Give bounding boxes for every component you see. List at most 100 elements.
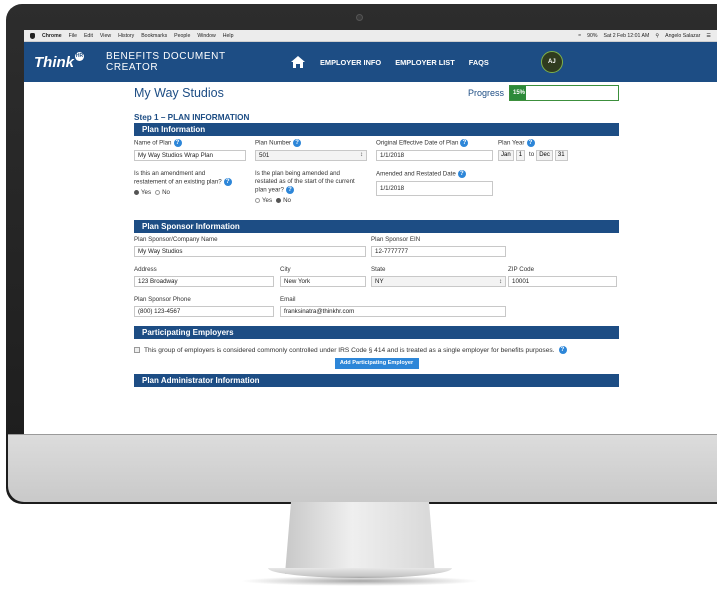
step-title: Step 1 – PLAN INFORMATION (134, 113, 250, 122)
amended-date-field: Amended and Restated Date? 1/1/2018 (376, 170, 493, 196)
menu-list-icon[interactable]: ☰ (706, 33, 711, 39)
participating-row: This group of employers is considered co… (134, 345, 619, 355)
sponsor-company-input[interactable]: My Way Studios (134, 246, 366, 257)
add-participating-employer-button[interactable]: Add Participating Employer (334, 358, 419, 369)
plan-year-selects: Jan 1 to Dec 31 (498, 149, 619, 161)
city-input[interactable]: New York (280, 276, 366, 287)
sponsor-ein-input[interactable]: 12-7777777 (371, 246, 506, 257)
address-input[interactable]: 123 Broadway (134, 276, 274, 287)
plan-number-select[interactable]: 501 (255, 149, 367, 161)
menu-history[interactable]: History (118, 33, 134, 39)
help-icon[interactable]: ? (223, 178, 232, 186)
amendment-label-1: Is this an amendment and (134, 170, 206, 177)
zip-label: ZIP Code (508, 266, 535, 273)
participating-text: This group of employers is considered co… (144, 346, 555, 354)
menu-edit[interactable]: Edit (84, 33, 93, 39)
city-field: City New York (280, 266, 366, 287)
amendment-no-radio[interactable] (155, 189, 161, 195)
sponsor-row-2: Address 123 Broadway City New York State… (134, 266, 619, 296)
help-icon[interactable]: ? (293, 139, 302, 147)
help-icon[interactable]: ? (457, 170, 466, 178)
plan-year-field: Plan Year? Jan 1 to Dec 31 (498, 139, 619, 161)
restated-yes-radio[interactable] (255, 197, 260, 203)
email-field: Email franksinatra@thinkhr.com (280, 296, 506, 317)
phone-label: Plan Sponsor Phone (134, 296, 191, 303)
email-label: Email (280, 296, 296, 303)
amended-date-input[interactable]: 1/1/2018 (376, 180, 493, 196)
company-header: My Way Studios Progress 15% (134, 82, 619, 104)
email-input[interactable]: franksinatra@thinkhr.com (280, 306, 506, 317)
help-icon[interactable]: ? (285, 186, 294, 194)
nav-employer-info[interactable]: EMPLOYER INFO (320, 58, 381, 67)
camera-icon (356, 14, 363, 21)
menu-view[interactable]: View (100, 33, 111, 39)
amendment-no-label: No (162, 188, 171, 196)
year-from-month-select[interactable]: Jan (498, 149, 514, 161)
restated-yes-label: Yes (262, 196, 273, 204)
nav-faqs[interactable]: FAQS (469, 58, 489, 67)
company-name: My Way Studios (134, 86, 224, 100)
home-icon[interactable] (290, 55, 306, 69)
address-field: Address 123 Broadway (134, 266, 274, 287)
help-icon[interactable]: ? (173, 139, 182, 147)
screen: Chrome File Edit View History Bookmarks … (24, 30, 717, 434)
participating-checkbox[interactable] (134, 347, 140, 353)
help-icon[interactable]: ? (526, 139, 535, 147)
state-label: State (371, 266, 386, 273)
section-participating-employers: Participating Employers (134, 326, 619, 339)
plan-row-2: Is this an amendment and restatement of … (134, 170, 619, 216)
plan-name-field: Name of Plan? My Way Studios Wrap Plan (134, 139, 246, 161)
menu-help[interactable]: Help (223, 33, 234, 39)
monitor-stand (285, 502, 435, 574)
year-to-month-select[interactable]: Dec (536, 149, 553, 161)
wifi-icon[interactable]: ≈ (578, 33, 581, 39)
plan-year-label: Plan Year (498, 139, 525, 147)
clock[interactable]: Sat 2 Feb 12:01 AM (603, 33, 649, 39)
apple-icon[interactable] (30, 32, 35, 39)
amendment-label-2: restatement of an existing plan? (134, 178, 222, 186)
restated-label-2: restated as of the start of the current (255, 178, 355, 185)
effective-date-label: Original Effective Date of Plan (376, 139, 459, 147)
zip-input[interactable]: 10001 (508, 276, 617, 287)
logo-badge: HR (75, 51, 84, 61)
restated-label-3: plan year? (255, 186, 284, 194)
restated-field: Is the plan being amended and restated a… (255, 170, 377, 204)
state-field: State NY (371, 266, 506, 287)
restated-label-1: Is the plan being amended and (255, 170, 340, 177)
avatar[interactable]: AJ (540, 51, 563, 73)
thinkhr-logo[interactable]: Think HR (34, 51, 92, 71)
sponsor-ein-label: Plan Sponsor EIN (371, 236, 421, 243)
help-icon[interactable]: ? (558, 346, 567, 354)
plan-number-field: Plan Number? 501 (255, 139, 367, 161)
phone-input[interactable]: (800) 123-4567 (134, 306, 274, 317)
address-label: Address (134, 266, 157, 273)
search-icon[interactable]: ⚲ (655, 33, 659, 39)
year-from-day-select[interactable]: 1 (515, 149, 526, 161)
effective-date-input[interactable]: 1/1/2018 (376, 149, 493, 161)
section-plan-sponsor: Plan Sponsor Information (134, 220, 619, 233)
sponsor-company-label: Plan Sponsor/Company Name (134, 236, 218, 243)
main-content: My Way Studios Progress 15% Step 1 – PLA… (134, 82, 619, 387)
sponsor-ein-field: Plan Sponsor EIN 12-7777777 (371, 236, 506, 257)
amended-date-label: Amended and Restated Date (376, 170, 456, 178)
user-name[interactable]: Angelo Salazar (665, 33, 700, 39)
help-icon[interactable]: ? (460, 139, 469, 147)
plan-name-input[interactable]: My Way Studios Wrap Plan (134, 149, 246, 161)
menu-file[interactable]: File (69, 33, 77, 39)
menu-bookmarks[interactable]: Bookmarks (141, 33, 167, 39)
desktop-scene: Chrome File Edit View History Bookmarks … (0, 0, 717, 602)
effective-date-field: Original Effective Date of Plan? 1/1/201… (376, 139, 493, 161)
menu-people[interactable]: People (174, 33, 190, 39)
menu-window[interactable]: Window (197, 33, 215, 39)
amendment-radios: Yes No (134, 189, 252, 196)
menu-app[interactable]: Chrome (42, 33, 62, 39)
progress-fill: 15% (510, 86, 527, 100)
progress-bar: 15% (509, 85, 619, 101)
section-plan-administrator: Plan Administrator Information (134, 374, 619, 387)
nav-employer-list[interactable]: EMPLOYER LIST (395, 58, 455, 67)
state-select[interactable]: NY (371, 276, 506, 287)
year-to-day-select[interactable]: 31 (554, 149, 568, 161)
amendment-yes-radio[interactable] (134, 189, 139, 195)
restated-no-radio[interactable] (276, 197, 282, 203)
battery-percent[interactable]: 90% (587, 33, 597, 39)
